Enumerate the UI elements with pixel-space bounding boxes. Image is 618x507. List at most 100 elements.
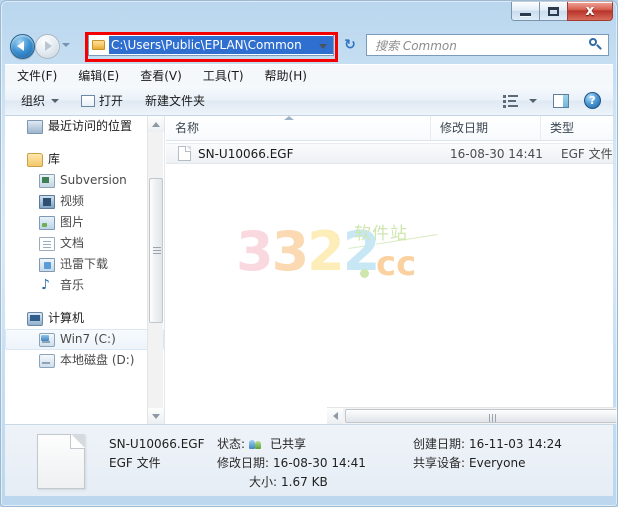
details-created-row: 创建日期: 16-11-03 14:24 <box>413 435 562 454</box>
horizontal-scrollbar-thumb[interactable] <box>345 409 618 423</box>
sidebar-label: 图片 <box>60 215 85 229</box>
shared-users-icon <box>249 439 263 451</box>
watermark-dot <box>360 269 369 278</box>
navigation-bar: C:\Users\Public\EPLAN\Common ↻ 搜索 Common <box>0 28 618 62</box>
sidebar-item-subversion[interactable]: Subversion <box>5 170 164 191</box>
column-header-type[interactable]: 类型 <box>541 116 613 140</box>
title-bar: x <box>0 0 618 28</box>
sidebar-label: 迅雷下载 <box>60 257 109 271</box>
menu-item-file[interactable]: 文件(F) <box>17 68 57 84</box>
scrollbar-thumb[interactable] <box>149 178 163 323</box>
close-icon: x <box>585 3 595 19</box>
search-icon <box>586 36 604 54</box>
new-folder-label: 新建文件夹 <box>145 94 206 108</box>
sidebar-item-recent-places[interactable]: 最近访问的位置 <box>5 116 164 137</box>
organize-button[interactable]: 组织 <box>21 92 60 109</box>
sidebar-item-win7-c[interactable]: Win7 (C:) <box>5 329 164 350</box>
sidebar-label: 计算机 <box>48 311 85 325</box>
details-file-type: EGF 文件 <box>109 456 161 470</box>
maximize-button[interactable] <box>539 1 568 21</box>
computer-icon <box>27 311 43 326</box>
sidebar-item-pictures[interactable]: 图片 <box>5 212 164 233</box>
scrollbar-grip-icon <box>153 247 161 254</box>
open-button[interactable]: 打开 <box>81 92 123 109</box>
sidebar-label: 音乐 <box>60 278 85 292</box>
scroll-up-button[interactable] <box>148 116 164 132</box>
open-label: 打开 <box>99 94 124 108</box>
minimize-button[interactable] <box>511 1 540 21</box>
details-status-key: 状态: <box>217 437 246 451</box>
details-pane: SN-U10066.EGF EGF 文件 状态: 已共享 修改日期: 16-08… <box>5 424 613 496</box>
details-shared-with-row: 共享设备: Everyone <box>413 454 562 473</box>
menu-item-tools[interactable]: 工具(T) <box>203 68 244 84</box>
column-header-name[interactable]: 名称 <box>166 116 431 140</box>
search-input[interactable]: 搜索 Common <box>375 37 586 54</box>
sidebar-item-computer[interactable]: 计算机 <box>5 308 164 329</box>
folder-icon <box>92 39 106 51</box>
file-preview-icon <box>37 434 85 489</box>
sidebar-label: Win7 (C:) <box>60 332 116 346</box>
view-chevron-down-icon[interactable] <box>529 98 537 103</box>
window-controls: x <box>511 1 613 22</box>
drive-d-icon <box>39 353 55 368</box>
details-modified-value: 16-08-30 14:41 <box>273 456 366 470</box>
sidebar-item-libraries[interactable]: 库 <box>5 149 164 170</box>
menu-item-view[interactable]: 查看(V) <box>140 68 182 84</box>
navigation-pane: 最近访问的位置 库 Subversion 视频 图片 文档 迅雷下载 ♪ 音乐 … <box>5 116 165 424</box>
forward-button[interactable] <box>35 34 60 59</box>
address-bar[interactable]: C:\Users\Public\EPLAN\Common <box>88 34 334 56</box>
sidebar-label: Subversion <box>60 173 127 187</box>
details-created-value: 16-11-03 14:24 <box>469 437 562 451</box>
organize-label: 组织 <box>21 94 46 108</box>
watermark-suffix: cc <box>376 244 417 284</box>
details-size-key: 大小: <box>249 475 278 489</box>
details-status-row: 状态: 已共享 <box>217 435 366 454</box>
generic-file-icon <box>178 146 191 161</box>
column-header-modified[interactable]: 修改日期 <box>431 116 541 140</box>
watermark-digit: 3 <box>271 220 310 283</box>
sidebar-scrollbar[interactable] <box>147 116 164 424</box>
videos-icon <box>39 194 55 209</box>
recent-pages-chevron-down-icon[interactable] <box>62 43 70 47</box>
scroll-down-button[interactable] <box>148 408 164 424</box>
list-view-icon[interactable] <box>503 94 519 108</box>
search-box[interactable]: 搜索 Common <box>366 34 609 56</box>
triangle-left-icon <box>332 412 338 420</box>
sidebar-label: 文档 <box>60 236 85 250</box>
preview-pane-icon[interactable] <box>553 93 569 108</box>
watermark-digit: 2 <box>307 220 345 283</box>
sidebar-item-videos[interactable]: 视频 <box>5 191 164 212</box>
library-icon <box>27 152 43 167</box>
sidebar-item-thunder-download[interactable]: 迅雷下载 <box>5 254 164 275</box>
sidebar-item-local-disk-d[interactable]: 本地磁盘 (D:) <box>5 350 164 371</box>
sidebar-item-music[interactable]: 音乐 <box>5 275 164 296</box>
details-modified-key: 修改日期: <box>217 456 270 470</box>
file-list-horizontal-scrollbar[interactable] <box>327 407 618 424</box>
help-button[interactable]: ? <box>584 92 601 109</box>
back-arrow-icon <box>17 41 24 51</box>
documents-icon <box>39 236 55 251</box>
close-button[interactable]: x <box>567 1 613 21</box>
new-folder-button[interactable]: 新建文件夹 <box>145 92 205 109</box>
maximize-icon <box>548 6 559 16</box>
subversion-icon <box>39 173 55 188</box>
address-input[interactable]: C:\Users\Public\EPLAN\Common <box>109 36 333 54</box>
pictures-icon <box>39 215 55 230</box>
main-content: 最近访问的位置 库 Subversion 视频 图片 文档 迅雷下载 ♪ 音乐 … <box>5 116 618 424</box>
details-modified-row: 修改日期: 16-08-30 14:41 <box>217 454 366 473</box>
menu-item-help[interactable]: 帮助(H) <box>265 68 307 84</box>
address-chevron-down-icon[interactable] <box>319 44 327 49</box>
watermark-digits: 3322 <box>236 225 380 279</box>
triangle-down-icon <box>152 413 160 419</box>
details-shared-with-key: 共享设备: <box>413 456 466 470</box>
back-button[interactable] <box>10 34 35 59</box>
scroll-left-button[interactable] <box>327 408 343 424</box>
refresh-button[interactable]: ↻ <box>341 37 359 54</box>
table-row[interactable]: SN-U10066.EGF 16-08-30 14:41 EGF 文件 <box>166 143 613 164</box>
thunder-download-icon <box>39 257 55 272</box>
watermark-overlay: 3322 软件站 cc <box>236 211 456 291</box>
music-icon <box>39 277 55 293</box>
details-column-name: SN-U10066.EGF EGF 文件 <box>109 435 204 473</box>
sidebar-item-documents[interactable]: 文档 <box>5 233 164 254</box>
menu-item-edit[interactable]: 编辑(E) <box>78 68 119 84</box>
